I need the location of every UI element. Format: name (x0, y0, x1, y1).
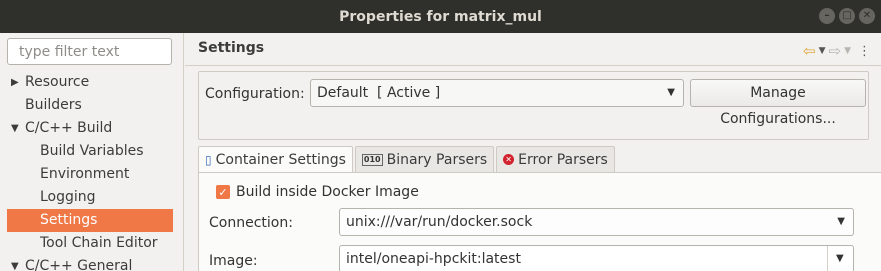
configuration-label: Configuration: (205, 86, 305, 102)
tab-label: Binary Parsers (386, 151, 488, 168)
chevron-down-icon: ▼ (667, 87, 675, 98)
page-nav-toolbar: ⇦ ▼ ⇨ ▼ ⋮ (803, 42, 871, 60)
tree-item-label: Logging (40, 189, 96, 205)
tree-item-cpp-build[interactable]: ▼ C/C++ Build (0, 117, 184, 140)
view-menu-icon[interactable]: ⋮ (858, 44, 871, 59)
error-icon: ✕ (503, 154, 515, 165)
image-combo[interactable]: intel/oneapi-hpckit:latest ▼ (339, 245, 854, 271)
tree-item-environment[interactable]: Environment (0, 163, 184, 186)
tree-item-label: C/C++ Build (25, 120, 113, 136)
chevron-down-icon: ▼ (836, 253, 844, 264)
chevron-down-icon[interactable]: ▼ (819, 46, 826, 56)
tree-item-builders[interactable]: Builders (0, 94, 184, 117)
collapse-icon[interactable]: ▼ (11, 117, 19, 140)
build-in-docker-option[interactable]: ✓ Build inside Docker Image (216, 184, 419, 200)
tree-item-label: Build Variables (40, 143, 144, 159)
tree-item-tool-chain-editor[interactable]: Tool Chain Editor (0, 232, 184, 255)
configuration-select[interactable]: Default [ Active ] ▼ (310, 79, 684, 107)
maximize-button[interactable]: □ (839, 8, 855, 24)
tree-item-label: C/C++ General (25, 258, 133, 271)
image-value[interactable]: intel/oneapi-hpckit:latest (346, 251, 521, 267)
tree-item-logging[interactable]: Logging (0, 186, 184, 209)
arrow-left-icon[interactable]: ⇦ (803, 42, 816, 60)
filter-input[interactable] (7, 38, 172, 65)
page-title: Settings (198, 40, 265, 56)
window-controls: – □ ✕ (819, 8, 875, 24)
tree-item-label: Builders (25, 97, 82, 113)
connection-select[interactable]: unix:///var/run/docker.sock ▼ (339, 208, 854, 236)
build-in-docker-checkbox[interactable]: ✓ (216, 185, 230, 199)
window-title: Properties for matrix_mul (339, 8, 542, 25)
tab-label: Error Parsers (518, 151, 608, 168)
tree-item-label: Settings (40, 212, 98, 228)
tree-item-cpp-general[interactable]: ▼ C/C++ General (0, 255, 184, 271)
tab-binary-parsers[interactable]: 010 Binary Parsers (354, 146, 495, 172)
image-label: Image: (209, 253, 258, 269)
property-tree: ▶ Resource Builders ▼ C/C++ Build Build … (0, 71, 184, 271)
sidebar: ▶ Resource Builders ▼ C/C++ Build Build … (0, 33, 184, 271)
title-bar: Properties for matrix_mul – □ ✕ (0, 0, 881, 33)
configuration-value: Default [ Active ] (317, 85, 441, 101)
tree-item-label: Tool Chain Editor (40, 235, 158, 251)
container-icon: ▯ (205, 153, 212, 167)
manage-configurations-button[interactable]: Manage Configurations... (690, 79, 866, 127)
arrow-right-icon[interactable]: ⇨ (829, 42, 842, 60)
divider (185, 65, 881, 66)
connection-label: Connection: (209, 215, 293, 231)
tree-item-label: Environment (40, 166, 130, 182)
connection-value: unix:///var/run/docker.sock (346, 214, 533, 230)
tab-error-parsers[interactable]: ✕ Error Parsers (496, 146, 615, 172)
close-button[interactable]: ✕ (859, 8, 875, 24)
image-dropdown-button[interactable]: ▼ (827, 246, 853, 271)
chevron-down-icon[interactable]: ▼ (844, 46, 851, 56)
tree-item-settings[interactable]: Settings (7, 209, 173, 232)
collapse-icon[interactable]: ▼ (11, 255, 19, 271)
build-in-docker-label: Build inside Docker Image (236, 184, 419, 200)
minimize-button[interactable]: – (819, 8, 835, 24)
expand-icon[interactable]: ▶ (11, 71, 19, 94)
tree-item-label: Resource (25, 74, 90, 90)
tree-item-build-variables[interactable]: Build Variables (0, 140, 184, 163)
container-settings-panel: ✓ Build inside Docker Image Connection: … (198, 172, 881, 271)
tab-container-settings[interactable]: ▯ Container Settings (198, 146, 353, 173)
configuration-group: Configuration: Default [ Active ] ▼ Mana… (198, 71, 869, 140)
tab-strip: ▯ Container Settings 010 Binary Parsers … (198, 146, 617, 173)
chevron-down-icon: ▼ (837, 216, 845, 227)
settings-page: Settings ⇦ ▼ ⇨ ▼ ⋮ Configuration: Defaul… (185, 33, 881, 271)
binary-icon: 010 (361, 153, 383, 166)
tab-label: Container Settings (215, 152, 346, 168)
tree-item-resource[interactable]: ▶ Resource (0, 71, 184, 94)
